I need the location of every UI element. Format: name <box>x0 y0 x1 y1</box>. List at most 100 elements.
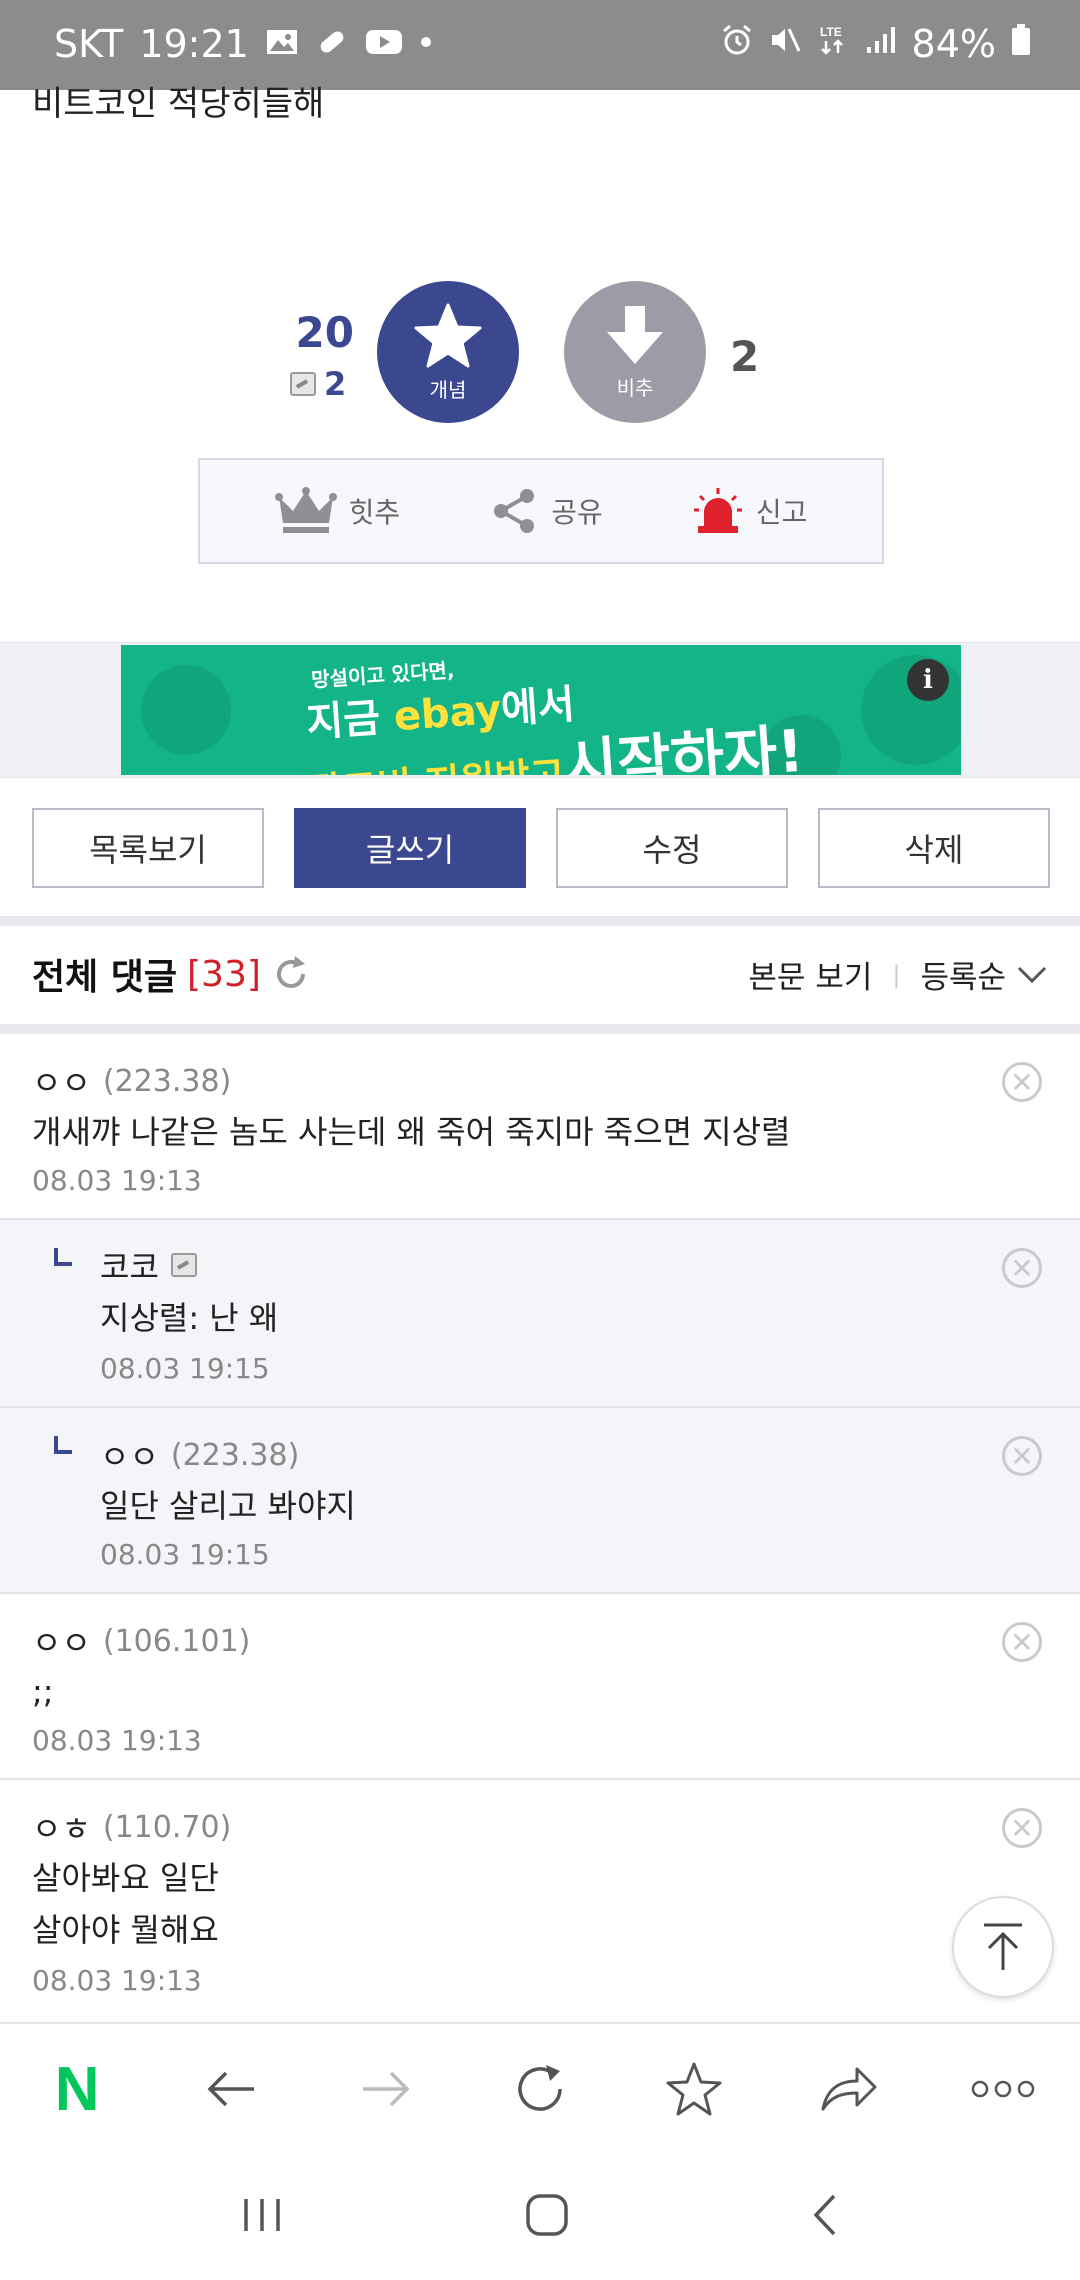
signal-icon <box>864 22 898 66</box>
ebay-ad-banner[interactable]: 망설이고 있다면, 지금 ebay에서 광고비 지원받고시작하자! i <box>121 645 961 775</box>
arrow-right-icon <box>362 2071 410 2107</box>
comment-nick: ㅇㅇ <box>32 1064 91 1102</box>
comment-date: 08.03 19:13 <box>32 1164 202 1197</box>
comment-text: 살아봐요 일단 살아야 뭘해요 <box>32 1859 219 1949</box>
comment-author[interactable]: ㅇㅇ (223.38) <box>32 1058 231 1104</box>
alarm-icon <box>720 22 754 66</box>
gallery-icon <box>265 22 299 66</box>
star-icon <box>414 303 482 367</box>
reply-arrow-icon <box>54 1248 72 1266</box>
scroll-top-button[interactable] <box>952 1896 1054 1998</box>
more-dots-icon <box>971 2080 1035 2098</box>
comment-nick: ㅇㅎ <box>32 1810 91 1848</box>
comments-controls: 본문 보기 | 등록순 <box>748 952 1048 997</box>
comment-date: 08.03 19:15 <box>100 1538 270 1571</box>
comment-date: 08.03 19:13 <box>32 1964 202 1997</box>
lte-icon: LTE <box>816 22 850 66</box>
view-body-button[interactable]: 본문 보기 <box>748 952 872 997</box>
list-view-button[interactable]: 목록보기 <box>32 808 264 888</box>
delete-comment-icon[interactable]: ✕ <box>1002 1808 1042 1848</box>
separator: | <box>892 960 901 989</box>
arrow-left-icon <box>207 2071 255 2107</box>
battery-icon <box>1010 22 1032 66</box>
comment-ip: (223.38) <box>102 1063 232 1099</box>
system-back-button[interactable] <box>810 2192 840 2242</box>
time-label: 19:21 <box>139 22 249 66</box>
arrow-up-icon <box>984 1923 1022 1970</box>
sort-dropdown[interactable]: 등록순 <box>920 952 1048 997</box>
comment-author[interactable]: ㅇㅇ (223.38) <box>100 1432 299 1478</box>
sort-label: 등록순 <box>920 960 1006 996</box>
recommend-down-button[interactable]: 비추 <box>564 281 706 423</box>
comment-date: 08.03 19:13 <box>32 1724 202 1757</box>
arrow-down-icon <box>607 305 663 364</box>
forward-button[interactable] <box>346 2049 426 2129</box>
comment-item: ㅇㅎ (110.70) 살아봐요 일단 살아야 뭘해요 08.03 19:13 … <box>0 1780 1080 2022</box>
fix-count: 2 <box>324 365 347 403</box>
share-icon <box>494 489 535 533</box>
comment-nick: 코코 <box>100 1248 159 1286</box>
recommend-up-label: 개념 <box>429 377 467 402</box>
down-count: 2 <box>730 332 760 381</box>
delete-comment-icon[interactable]: ✕ <box>1002 1062 1042 1102</box>
back-button[interactable] <box>191 2049 271 2129</box>
home-button[interactable] <box>523 2191 571 2243</box>
recommend-up-button[interactable]: 개념 <box>377 281 519 423</box>
recent-apps-button[interactable] <box>240 2195 284 2239</box>
comment-text: 일단 살리고 봐야지 <box>100 1487 356 1525</box>
share-label: 공유 <box>551 496 603 529</box>
share-button[interactable]: 공유 <box>489 486 603 536</box>
hit-label: 힛추 <box>348 496 401 529</box>
more-menu-button[interactable] <box>963 2049 1043 2129</box>
comment-item: ㅇㅇ (106.101) ;; 08.03 19:13 ✕ <box>0 1594 1080 1780</box>
comment-author[interactable]: ㅇㅇ (106.101) <box>32 1618 250 1664</box>
comment-text: 지상렬: 난 왜 <box>100 1299 279 1337</box>
post-action-box: 힛추 공유 신고 <box>198 458 884 564</box>
bookmark-button[interactable] <box>654 2049 734 2129</box>
delete-comment-icon[interactable]: ✕ <box>1002 1248 1042 1288</box>
siren-icon <box>693 488 742 533</box>
delete-comment-icon[interactable]: ✕ <box>1002 1622 1042 1662</box>
hit-recommend-button[interactable]: 힛추 <box>274 487 401 535</box>
ad-info-icon[interactable]: i <box>907 659 949 701</box>
post-button-row: 목록보기 글쓰기 수정 삭제 <box>32 808 1050 888</box>
recommend-count-group: 20 <box>290 308 354 357</box>
comment-ip: (223.38) <box>170 1437 300 1473</box>
comment-text: ;; <box>32 1673 54 1711</box>
ad-text: 광고비 지원받고 <box>306 752 566 775</box>
write-button[interactable]: 글쓰기 <box>294 808 526 888</box>
comment-date: 08.03 19:15 <box>100 1352 270 1385</box>
delete-button[interactable]: 삭제 <box>818 808 1050 888</box>
refresh-icon[interactable] <box>271 954 311 994</box>
comment-author[interactable]: 코코 <box>100 1242 197 1288</box>
crown-icon <box>274 487 337 533</box>
browser-toolbar: N <box>0 2022 1080 2154</box>
pill-icon <box>315 22 349 66</box>
report-button[interactable]: 신고 <box>692 486 807 536</box>
share-arrow-icon <box>821 2067 877 2111</box>
comment-author[interactable]: ㅇㅎ (110.70) <box>32 1804 231 1850</box>
reload-button[interactable] <box>500 2049 580 2129</box>
section-divider <box>0 916 1080 926</box>
comment-nick: ㅇㅇ <box>32 1624 91 1662</box>
home-icon <box>526 2194 568 2236</box>
comment-ip: (106.101) <box>102 1623 251 1659</box>
mute-icon <box>768 22 802 66</box>
recent-apps-icon <box>243 2199 280 2231</box>
share-page-button[interactable] <box>809 2049 889 2129</box>
section-divider <box>0 1024 1080 1034</box>
reload-icon <box>518 2065 562 2111</box>
notification-dot-icon <box>419 22 433 66</box>
comments-title: 전체 댓글 <box>32 957 178 998</box>
naver-logo-icon: N <box>54 2054 100 2124</box>
delete-comment-icon[interactable]: ✕ <box>1002 1436 1042 1476</box>
carrier-label: SKT <box>54 22 124 66</box>
system-navigation-bar <box>0 2154 1080 2280</box>
fixed-nick-icon <box>170 1253 197 1277</box>
naver-home-button[interactable]: N <box>37 2049 117 2129</box>
fixed-recommend-count: 2 <box>290 365 346 403</box>
post-body-text: 비트코인 적당히들해 <box>32 84 325 124</box>
comments-header: 전체 댓글 [33] <box>32 948 311 1000</box>
edit-button[interactable]: 수정 <box>556 808 788 888</box>
ad-headline: 시작하자! <box>561 716 806 775</box>
